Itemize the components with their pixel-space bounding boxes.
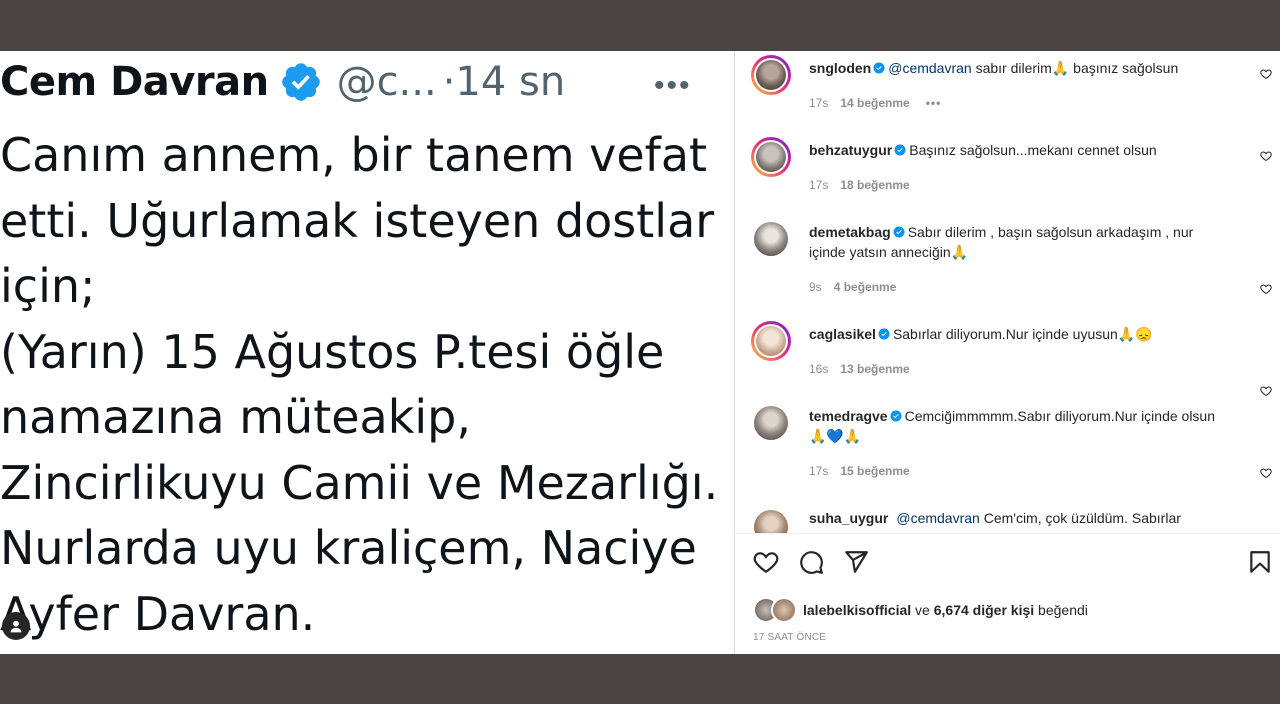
likes-suffix: beğendi bbox=[1034, 602, 1088, 618]
comment-username[interactable]: behzatuygur bbox=[809, 142, 892, 158]
heart-icon[interactable] bbox=[1260, 467, 1272, 479]
verified-badge-icon bbox=[890, 410, 902, 422]
comment-likes[interactable]: 14 beğenme bbox=[840, 96, 909, 110]
avatar[interactable] bbox=[751, 55, 791, 95]
avatar[interactable] bbox=[751, 137, 791, 177]
tweet-header: Cem Davran @c... ·14 sn bbox=[0, 59, 565, 105]
avatar[interactable] bbox=[751, 219, 791, 259]
comment-username[interactable]: temedragve bbox=[809, 408, 888, 424]
post-image: Cem Davran @c... ·14 sn ••• Canım annem,… bbox=[0, 51, 735, 654]
comment-mention[interactable]: @cemdavran bbox=[888, 60, 971, 76]
verified-badge-icon bbox=[878, 328, 890, 340]
comment-time[interactable]: 17s bbox=[809, 464, 828, 478]
likes-others[interactable]: 6,674 diğer kişi bbox=[934, 602, 1034, 618]
liker-username[interactable]: lalebelkisofficial bbox=[803, 602, 911, 618]
comment-body: sngloden @cemdavran sabır dilerim🙏 başını… bbox=[809, 58, 1229, 78]
comment-body: caglasikel Sabırlar diliyorum.Nur içinde … bbox=[809, 324, 1229, 344]
comment-username[interactable]: demetakbag bbox=[809, 224, 891, 240]
comment-meta: 17s 15 beğenme bbox=[809, 464, 910, 478]
heart-icon[interactable] bbox=[753, 549, 779, 575]
tweet-text-line: namazına müteakip, bbox=[0, 390, 471, 444]
verified-badge-icon bbox=[873, 62, 885, 74]
tweet-text-line: için; bbox=[0, 259, 96, 313]
comment-text: Cem'cim, çok üzüldüm. Sabırlar bbox=[979, 510, 1181, 526]
comment-username[interactable]: sngloden bbox=[809, 60, 871, 76]
avatar[interactable] bbox=[751, 321, 791, 361]
comment-likes[interactable]: 15 beğenme bbox=[840, 464, 909, 478]
likes-connector: ve bbox=[911, 602, 934, 618]
comment-bubble-icon[interactable] bbox=[798, 549, 824, 575]
bookmark-icon[interactable] bbox=[1247, 549, 1273, 575]
tweet-author-name: Cem Davran bbox=[0, 59, 269, 105]
comment-time[interactable]: 17s bbox=[809, 96, 828, 110]
avatar[interactable] bbox=[751, 507, 791, 533]
comment-likes[interactable]: 18 beğenme bbox=[840, 178, 909, 192]
heart-icon[interactable] bbox=[1260, 283, 1272, 295]
comment-username[interactable]: caglasikel bbox=[809, 326, 876, 342]
comment-mention[interactable]: @cemdavran bbox=[896, 510, 979, 526]
comment-likes[interactable]: 4 beğenme bbox=[834, 280, 897, 294]
tweet-text: Canım annem, bir tanem vefat etti. Uğurl… bbox=[0, 123, 734, 647]
tweet-text-line: Canım annem, bir tanem vefat bbox=[0, 128, 708, 182]
user-tag-icon[interactable] bbox=[2, 612, 30, 640]
comment-username[interactable]: suha_uygur bbox=[809, 510, 888, 526]
ellipsis-icon: ••• bbox=[654, 69, 692, 102]
divider bbox=[735, 533, 1280, 534]
verified-badge-icon bbox=[894, 144, 906, 156]
person-icon bbox=[10, 620, 22, 633]
liker-avatars bbox=[753, 597, 797, 623]
heart-icon[interactable] bbox=[1260, 385, 1272, 397]
tweet-text-line: (Yarın) 15 Ağustos P.tesi öğle bbox=[0, 324, 665, 379]
verified-badge-icon bbox=[893, 226, 905, 238]
comment-body: suha_uygur @cemdavran Cem'cim, çok üzüldü… bbox=[809, 508, 1229, 528]
comment-meta: 17s 18 beğenme bbox=[809, 178, 910, 192]
comment-meta: 17s 14 beğenme ••• bbox=[809, 96, 941, 110]
paper-plane-icon[interactable] bbox=[843, 549, 869, 575]
comment-body: temedragve Cemciğimmmmm.Sabır diliyorum.N… bbox=[809, 406, 1229, 446]
comment-options-icon[interactable]: ••• bbox=[926, 96, 942, 110]
likes-summary: lalebelkisofficial ve 6,674 diğer kişi b… bbox=[753, 597, 1088, 623]
heart-icon[interactable] bbox=[1260, 68, 1272, 80]
comment-time[interactable]: 9s bbox=[809, 280, 822, 294]
heart-icon[interactable] bbox=[1260, 150, 1272, 162]
comment-meta: 9s 4 beğenme bbox=[809, 280, 896, 294]
comment-body: demetakbag Sabır dilerim , başın sağolsun… bbox=[809, 222, 1229, 262]
comment-likes[interactable]: 13 beğenme bbox=[840, 362, 909, 376]
comments-panel: sngloden @cemdavran sabır dilerim🙏 başını… bbox=[735, 51, 1280, 654]
comment-time[interactable]: 17s bbox=[809, 178, 828, 192]
post-timestamp[interactable]: 17 SAAT ÖNCE bbox=[753, 632, 826, 643]
tweet-time: ·14 sn bbox=[442, 59, 566, 105]
comment-text: Sabırlar diliyorum.Nur içinde uyusun🙏😞 bbox=[892, 326, 1153, 342]
comment-text: Başınız sağolsun...mekanı cennet olsun bbox=[909, 142, 1157, 158]
comment-time[interactable]: 16s bbox=[809, 362, 828, 376]
comment-text: sabır dilerim🙏 başınız sağolsun bbox=[971, 60, 1179, 76]
tweet-text-line: etti. Uğurlamak isteyen dostlar bbox=[0, 193, 715, 248]
verified-badge-icon bbox=[281, 63, 320, 101]
tweet-text-line: Zincirlikuyu Camii ve Mezarlığı. bbox=[0, 455, 719, 510]
tweet-text-line: Nurlarda uyu kraliçem, Naciye bbox=[0, 521, 697, 575]
comment-body: behzatuygur Başınız sağolsun...mekanı cen… bbox=[809, 140, 1229, 160]
avatar[interactable] bbox=[751, 403, 791, 443]
tweet-text-line: Ayfer Davran. bbox=[0, 586, 316, 641]
tweet-author-handle: @c... bbox=[336, 59, 437, 105]
comments-list[interactable]: sngloden @cemdavran sabır dilerim🙏 başını… bbox=[735, 51, 1280, 533]
comment-meta: 16s 13 beğenme bbox=[809, 362, 910, 376]
avatar[interactable] bbox=[771, 597, 797, 623]
instagram-post: Cem Davran @c... ·14 sn ••• Canım annem,… bbox=[0, 51, 1280, 654]
